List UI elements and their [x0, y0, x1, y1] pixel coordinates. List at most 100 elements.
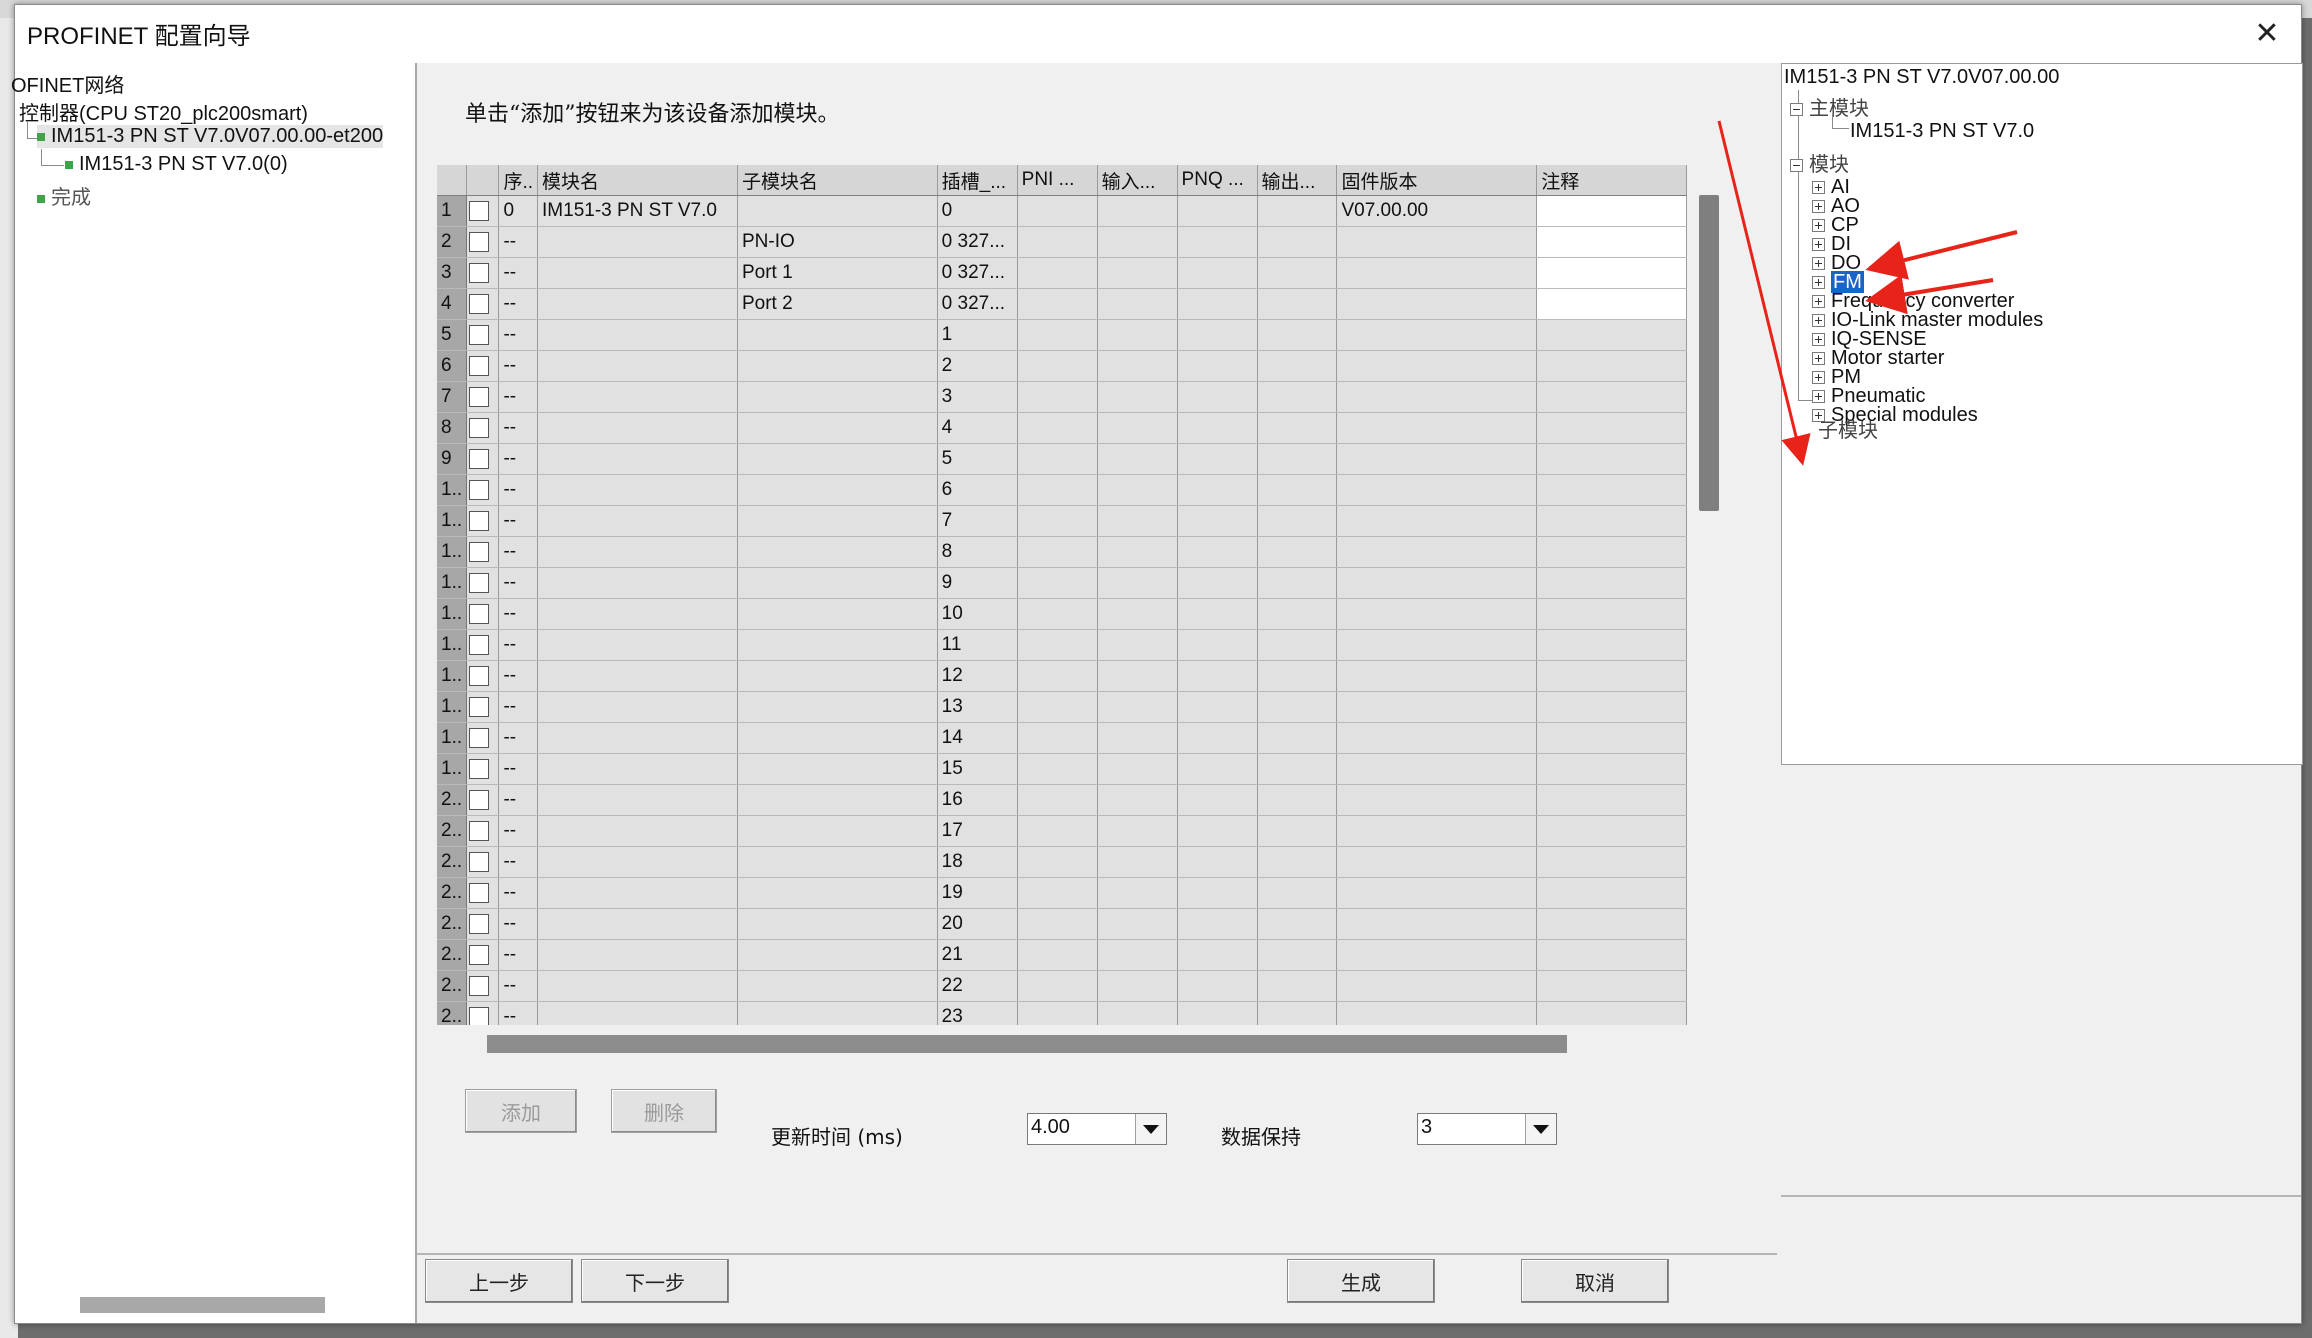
checkbox[interactable] — [469, 355, 490, 376]
pni-cell[interactable] — [1017, 815, 1098, 847]
slot-cell[interactable]: 14 — [937, 722, 1018, 754]
output-cell[interactable] — [1257, 784, 1338, 816]
submodule-name-cell[interactable] — [737, 722, 938, 754]
output-cell[interactable] — [1257, 350, 1338, 382]
slot-cell[interactable]: 11 — [937, 629, 1018, 661]
firmware-cell[interactable] — [1336, 288, 1538, 320]
module-name-cell[interactable] — [537, 474, 738, 506]
row-checkbox[interactable] — [466, 970, 500, 1002]
slot-cell[interactable]: 7 — [937, 505, 1018, 537]
column-header[interactable]: PNI ... — [1017, 165, 1098, 196]
column-header[interactable]: 输入... — [1097, 165, 1178, 196]
module-name-cell[interactable] — [537, 939, 738, 971]
row-checkbox[interactable] — [466, 226, 500, 258]
slot-cell[interactable]: 6 — [937, 474, 1018, 506]
seq-cell[interactable]: -- — [498, 319, 539, 351]
row-number[interactable]: 1.. — [437, 536, 468, 568]
table-vertical-scrollbar[interactable] — [1699, 195, 1719, 511]
row-checkbox[interactable] — [466, 784, 500, 816]
catalog-main-module-item[interactable]: IM151-3 PN ST V7.0 — [1850, 120, 2034, 143]
input-cell[interactable] — [1097, 598, 1178, 630]
comment-cell[interactable] — [1536, 629, 1687, 661]
pnq-cell[interactable] — [1177, 846, 1258, 878]
pni-cell[interactable] — [1017, 443, 1098, 475]
row-checkbox[interactable] — [466, 505, 500, 537]
row-checkbox[interactable] — [466, 660, 500, 692]
pni-cell[interactable] — [1017, 660, 1098, 692]
submodule-name-cell[interactable] — [737, 970, 938, 1002]
firmware-cell[interactable] — [1336, 226, 1538, 258]
row-number[interactable]: 1.. — [437, 629, 468, 661]
output-cell[interactable] — [1257, 846, 1338, 878]
row-checkbox[interactable] — [466, 1001, 500, 1025]
pni-cell[interactable] — [1017, 629, 1098, 661]
firmware-cell[interactable]: V07.00.00 — [1336, 195, 1538, 227]
tree-item-profinet-network[interactable]: OFINET网络 — [11, 69, 124, 98]
module-name-cell[interactable] — [537, 443, 738, 475]
firmware-cell[interactable] — [1336, 753, 1538, 785]
pnq-cell[interactable] — [1177, 350, 1258, 382]
comment-cell[interactable] — [1536, 319, 1687, 351]
checkbox[interactable] — [469, 541, 490, 562]
chevron-down-icon[interactable] — [1525, 1114, 1556, 1144]
module-name-cell[interactable] — [537, 381, 738, 413]
seq-cell[interactable]: -- — [498, 753, 539, 785]
input-cell[interactable] — [1097, 784, 1178, 816]
firmware-cell[interactable] — [1336, 350, 1538, 382]
row-number[interactable]: 2.. — [437, 939, 468, 971]
pnq-cell[interactable] — [1177, 784, 1258, 816]
row-number[interactable]: 1.. — [437, 567, 468, 599]
row-checkbox[interactable] — [466, 319, 500, 351]
module-name-cell[interactable] — [537, 722, 738, 754]
submodule-name-cell[interactable] — [737, 1001, 938, 1025]
module-name-cell[interactable] — [537, 753, 738, 785]
module-name-cell[interactable] — [537, 319, 738, 351]
table-row[interactable]: 6 -- 2 — [437, 350, 1687, 382]
cancel-button[interactable]: 取消 — [1521, 1259, 1669, 1303]
row-number[interactable]: 6 — [437, 350, 468, 382]
checkbox[interactable] — [469, 1006, 490, 1025]
row-number[interactable]: 1.. — [437, 598, 468, 630]
table-row[interactable]: 1.. -- 7 — [437, 505, 1687, 537]
submodule-name-cell[interactable] — [737, 846, 938, 878]
checkbox[interactable] — [469, 944, 490, 965]
pnq-cell[interactable] — [1177, 567, 1258, 599]
module-name-cell[interactable] — [537, 536, 738, 568]
input-cell[interactable] — [1097, 629, 1178, 661]
comment-cell[interactable] — [1536, 908, 1687, 940]
row-number[interactable]: 2.. — [437, 784, 468, 816]
slot-cell[interactable]: 22 — [937, 970, 1018, 1002]
row-number[interactable]: 1.. — [437, 505, 468, 537]
table-row[interactable]: 1.. -- 13 — [437, 691, 1687, 723]
seq-cell[interactable]: -- — [498, 908, 539, 940]
slot-cell[interactable]: 0 327... — [937, 288, 1018, 320]
pni-cell[interactable] — [1017, 722, 1098, 754]
pnq-cell[interactable] — [1177, 722, 1258, 754]
firmware-cell[interactable] — [1336, 908, 1538, 940]
slot-cell[interactable]: 21 — [937, 939, 1018, 971]
row-checkbox[interactable] — [466, 598, 500, 630]
next-button[interactable]: 下一步 — [581, 1259, 729, 1303]
comment-cell[interactable] — [1536, 226, 1687, 258]
output-cell[interactable] — [1257, 412, 1338, 444]
checkbox[interactable] — [469, 820, 490, 841]
comment-cell[interactable] — [1536, 753, 1687, 785]
table-row[interactable]: 5 -- 1 — [437, 319, 1687, 351]
slot-cell[interactable]: 9 — [937, 567, 1018, 599]
expand-icon[interactable] — [1812, 295, 1825, 309]
module-name-cell[interactable] — [537, 1001, 738, 1025]
slot-cell[interactable]: 15 — [937, 753, 1018, 785]
submodule-name-cell[interactable] — [737, 660, 938, 692]
output-cell[interactable] — [1257, 567, 1338, 599]
column-header[interactable]: 模块名 — [537, 165, 738, 196]
pni-cell[interactable] — [1017, 195, 1098, 227]
row-number[interactable]: 7 — [437, 381, 468, 413]
seq-cell[interactable]: -- — [498, 660, 539, 692]
submodule-name-cell[interactable] — [737, 412, 938, 444]
slot-cell[interactable]: 5 — [937, 443, 1018, 475]
row-checkbox[interactable] — [466, 536, 500, 568]
input-cell[interactable] — [1097, 474, 1178, 506]
comment-cell[interactable] — [1536, 567, 1687, 599]
pnq-cell[interactable] — [1177, 877, 1258, 909]
checkbox[interactable] — [469, 386, 490, 407]
